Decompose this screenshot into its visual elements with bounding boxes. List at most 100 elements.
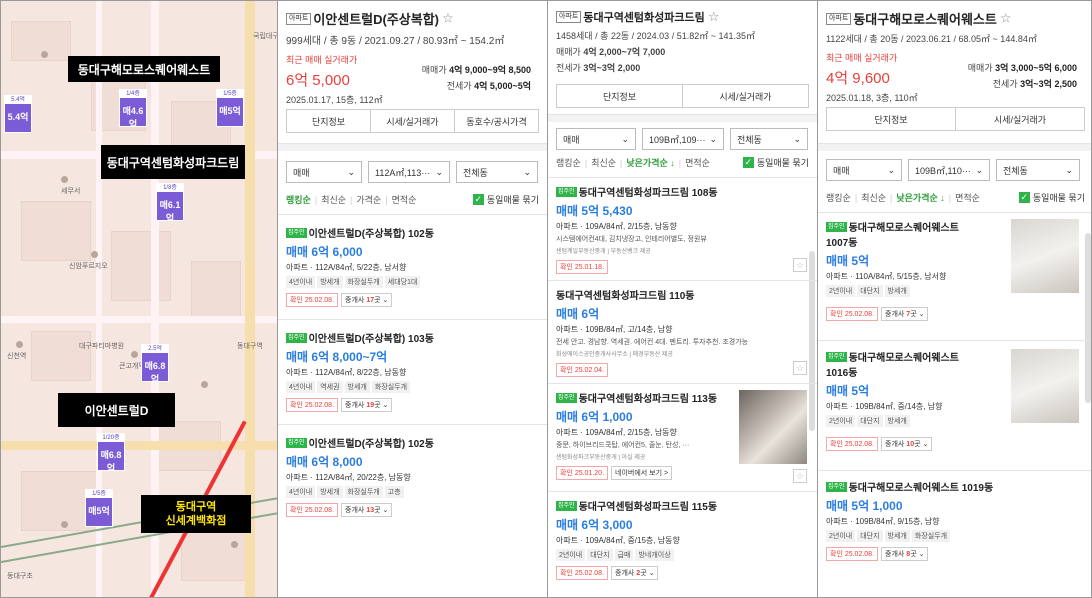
sort-ranking[interactable]: 랭킹순 (286, 193, 311, 206)
map-label-donggu-square[interactable]: 동대구해모로스퀘어웨스트 (68, 56, 220, 82)
agents-button[interactable]: 중개사 17곳 ⌄ (341, 293, 393, 307)
complex-header: 아파트 동대구역센텀화성파크드림 ☆ 1458세대 / 총 22동 / 2024.… (548, 1, 817, 74)
price-marker[interactable]: 1/20층매6.8억 (97, 433, 125, 471)
trade-type-select[interactable]: 매매 ⌄ (826, 159, 902, 181)
listing-card[interactable]: 동대구역센텀화성파크드림 110동 매매 6억 아파트 · 109B/84㎡, … (548, 280, 817, 383)
sort-area[interactable]: 면적순 (392, 193, 417, 206)
tab-complex-info[interactable]: 단지정보 (287, 110, 371, 132)
tab-unit-price[interactable]: 동호수/공시가격 (455, 110, 538, 132)
listing-card[interactable]: 집주인 동대구해모로스퀘어웨스트 1019동 매매 5억 1,000 아파트 · … (818, 470, 1091, 567)
building-select[interactable]: 전체동 ⌄ (730, 128, 808, 150)
agents-button[interactable]: 중개사 10곳 ⌄ (881, 437, 933, 451)
building-select[interactable]: 전체동 ⌄ (996, 159, 1080, 181)
sort-latest[interactable]: 최신순 (861, 191, 886, 204)
feature-chip: 방세개 (317, 276, 343, 288)
naver-link[interactable]: 네이버에서 보기 > (611, 466, 673, 480)
agents-suffix: 곳 (910, 311, 917, 318)
feature-chip: 2년이내 (826, 285, 856, 297)
owner-tag: 집주인 (556, 392, 577, 403)
price-marker[interactable]: 1/8층 매6.1억 (156, 183, 184, 221)
bookmark-star-icon[interactable]: ☆ (793, 469, 807, 483)
poi-label: 대구파티마병원 (79, 343, 125, 350)
agents-suffix: 곳 (374, 297, 381, 304)
listing-spec: 아파트 · 112A/84㎡, 8/22층, 남동향 (286, 368, 407, 377)
confirm-badge: 확인 25.02.04. (556, 363, 609, 377)
complex-title: 동대구해모로스퀘어웨스트 (853, 12, 997, 27)
sort-latest[interactable]: 최신순 (591, 156, 616, 169)
listing-spec: 아파트 · 112A/84㎡, 20/22층, 남동향 (286, 473, 411, 482)
sort-low-price[interactable]: 낮은가격순 ↓ (626, 156, 674, 169)
tab-complex-info[interactable]: 단지정보 (827, 108, 956, 130)
same-listing-toggle[interactable]: ✓ 동일매물 묶기 (1018, 191, 1085, 204)
area-select[interactable]: 109B㎡,109··· ⌄ (642, 128, 724, 150)
marker-price: 매6.8억 (100, 450, 122, 471)
recent-trade-date: 2025.01.18, 3층, 110㎡ (826, 93, 918, 103)
listing-card[interactable]: 집주인 이안센트럴D(주상복합) 102동 매매 6억 6,000 아파트 · 1… (278, 214, 547, 313)
listing-card[interactable]: 집주인 이안센트럴D(주상복합) 102동 매매 6억 8,000 아파트 · 1… (278, 424, 547, 523)
agents-button[interactable]: 중개사 13곳 ⌄ (341, 503, 393, 517)
chevron-down-icon: ⌄ (975, 164, 983, 175)
marker-top: 1/20층 (98, 434, 124, 442)
listing-card[interactable]: 집주인 동대구해모로스퀘어웨스트 1007동 매매 5억 아파트 · 110A/8… (818, 212, 1091, 340)
sort-latest[interactable]: 최신순 (321, 193, 346, 206)
listing-name: 동대구해모로스퀘어웨스트 (848, 353, 959, 364)
listing-spec: 아파트 · 109A/84㎡, 중/15층, 남동향 (556, 536, 680, 545)
sort-ranking[interactable]: 랭킹순 (826, 191, 851, 204)
trade-type-select[interactable]: 매매 ⌄ (286, 161, 362, 183)
agents-button[interactable]: 중개사 8곳 ⌄ (881, 547, 929, 561)
price-marker[interactable]: 1/5층 매5억 (85, 489, 113, 527)
price-marker[interactable]: 1/5층 매5억 (216, 89, 244, 127)
filter-bar: 매매 ⌄ 109B㎡,110··· ⌄ 전체동 ⌄ (818, 151, 1091, 181)
listing-name: 동대구해모로스퀘어웨스트 1019동 (848, 483, 994, 494)
bookmark-star-icon[interactable]: ☆ (793, 258, 807, 272)
complex-tabs: 단지정보 시세/실거래가 (826, 107, 1085, 131)
price-marker[interactable]: 1/4층 매4.6억 (119, 89, 147, 127)
listing-card[interactable]: 집주인 동대구역센텀화성파크드림 108동 매매 5억 5,430 아파트 · 1… (548, 177, 817, 280)
agents-button[interactable]: 중개사 2곳 ⌄ (611, 566, 659, 580)
sort-ranking[interactable]: 랭킹순 (556, 156, 581, 169)
jeonse-price-range: 전세가 3억~3억 2,500 (993, 77, 1077, 90)
listing-card[interactable]: 집주인 동대구역센텀화성파크드림 115동 매매 6억 3,000 아파트 · 1… (548, 491, 817, 586)
listing-name: 동대구해모로스퀘어웨스트 (848, 223, 959, 234)
bookmark-star-icon[interactable]: ☆ (793, 361, 807, 375)
sort-bar: 랭킹순 | 최신순 | 낮은가격순 ↓ | 면적순 ✓ 동일매물 묶기 (556, 156, 809, 169)
map-label-ian[interactable]: 이안센트럴D (58, 393, 175, 427)
sort-price[interactable]: 가격순 (356, 193, 381, 206)
poi-pin (231, 541, 238, 548)
agents-count: 19 (366, 402, 375, 409)
favorite-star-icon[interactable]: ☆ (708, 9, 720, 24)
price-marker[interactable]: 5.4억 5.4억 (4, 95, 32, 133)
type-tag: 아파트 (556, 11, 582, 23)
listing-card[interactable]: 집주인 이안센트럴D(주상복합) 103동 매매 6억 8,000~7억 아파트 … (278, 319, 547, 418)
tab-price[interactable]: 시세/실거래가 (371, 110, 455, 132)
map-label-centum[interactable]: 동대구역센텀화성파크드림 (101, 145, 245, 179)
same-listing-toggle[interactable]: ✓ 동일매물 묶기 (472, 193, 539, 206)
map-view[interactable]: 국립대구박물관 동대구역 세무서 대구파티마병원 신암푸르지오 신천역 큰고개역… (1, 1, 278, 597)
sort-area[interactable]: 면적순 (685, 156, 710, 169)
trade-type-select[interactable]: 매매 ⌄ (556, 128, 636, 150)
feature-chip: 화장실두개 (344, 486, 383, 498)
area-select[interactable]: 112A㎡,113··· ⌄ (368, 161, 450, 183)
favorite-star-icon[interactable]: ☆ (442, 11, 454, 26)
agents-suffix: 곳 (374, 402, 381, 409)
listing-price: 매매 6억 8,000 (286, 455, 363, 469)
tab-price[interactable]: 시세/실거래가 (683, 85, 808, 107)
same-listing-toggle[interactable]: ✓ 동일매물 묶기 (742, 156, 809, 169)
price-marker[interactable]: 2.5억 매6.8억 (141, 344, 169, 382)
listing-card[interactable]: 집주인 동대구해모로스퀘어웨스트 1016동 매매 5억 아파트 · 109B/8… (818, 340, 1091, 470)
feature-chip: 4년이내 (286, 381, 316, 393)
favorite-star-icon[interactable]: ☆ (1000, 11, 1012, 26)
agents-button[interactable]: 중개사 19곳 ⌄ (341, 398, 393, 412)
map-label-shinsegae-line1: 동대구역 (175, 501, 217, 513)
area-select[interactable]: 109B㎡,110··· ⌄ (908, 159, 990, 181)
sort-area[interactable]: 면적순 (955, 191, 980, 204)
tab-complex-info[interactable]: 단지정보 (557, 85, 683, 107)
agents-button[interactable]: 중개사 7곳 ⌄ (881, 307, 929, 321)
listing-card[interactable]: 집주인 동대구역센텀화성파크드림 113동 매매 6억 1,000 아파트 · 1… (548, 383, 817, 491)
map-label-shinsegae[interactable]: 동대구역 신세계백화점 (141, 495, 251, 533)
sort-low-price[interactable]: 낮은가격순 ↓ (896, 191, 944, 204)
building-select[interactable]: 전체동 ⌄ (456, 161, 538, 183)
feature-chip: 2년이내 (556, 549, 586, 561)
marker-price: 매6.8억 (144, 361, 166, 382)
tab-price[interactable]: 시세/실거래가 (956, 108, 1084, 130)
